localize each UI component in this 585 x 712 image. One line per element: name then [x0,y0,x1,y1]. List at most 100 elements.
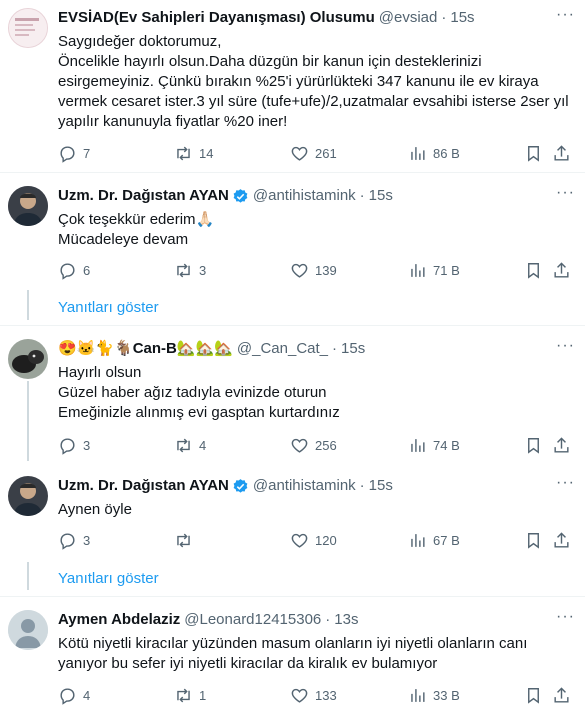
divider [0,172,585,173]
views-icon [408,261,427,280]
retweet-count: 3 [199,262,207,278]
views-button[interactable]: 33 B [408,685,460,705]
bookmark-icon [524,261,543,280]
handle[interactable]: @_Can_Cat_ [237,339,328,359]
more-icon[interactable]: ··· [556,475,575,491]
display-name[interactable]: Aymen Abdelaziz [58,610,180,630]
retweet-icon [174,531,193,550]
handle[interactable]: @evsiad [379,8,438,28]
avatar[interactable] [8,476,48,516]
reply-count: 3 [83,532,91,548]
handle[interactable]: @antihistamink [253,476,356,496]
retweet-button[interactable] [174,530,199,550]
like-button[interactable]: 256 [290,435,337,455]
reply-button[interactable]: 3 [58,435,90,455]
reply-icon [58,144,77,163]
reply-count: 6 [83,262,91,278]
show-replies-link[interactable]: Yanıtları göster [58,570,159,587]
verified-icon [232,478,249,495]
avatar[interactable] [8,339,48,379]
views-icon [408,144,427,163]
handle[interactable]: @Leonard12415306 [184,610,321,630]
timestamp[interactable]: 15s [369,186,393,206]
bookmark-button[interactable] [524,143,543,163]
avatar[interactable] [8,8,48,48]
bookmark-button[interactable] [524,435,543,455]
share-button[interactable] [552,143,571,163]
retweet-button[interactable]: 14 [174,143,213,163]
share-icon [552,531,571,550]
more-icon[interactable]: ··· [556,609,575,625]
views-icon [408,686,427,705]
tweet[interactable]: Uzm. Dr. Dağıstan AYAN @antihistamink · … [0,180,585,280]
show-replies-link[interactable]: Yanıtları göster [58,299,159,316]
like-count: 261 [315,145,337,161]
tweet-text: Kötü niyetli kiracılar yüzünden masum ol… [58,635,528,672]
views-button[interactable]: 71 B [408,260,460,280]
bookmark-icon [524,686,543,705]
like-button[interactable]: 139 [290,260,337,280]
like-icon [290,144,309,163]
timestamp[interactable]: 15s [450,8,474,28]
share-icon [552,436,571,455]
like-count: 256 [315,437,337,453]
views-button[interactable]: 74 B [408,435,460,455]
like-icon [290,261,309,280]
reply-button[interactable]: 4 [58,685,90,705]
display-name[interactable]: Uzm. Dr. Dağıstan AYAN [58,186,229,206]
tweet[interactable]: Uzm. Dr. Dağıstan AYAN @antihistamink · … [0,470,585,560]
like-icon [290,686,309,705]
share-button[interactable] [552,435,571,455]
display-name[interactable]: Uzm. Dr. Dağıstan AYAN [58,476,229,496]
reply-icon [58,686,77,705]
timestamp[interactable]: 15s [369,476,393,496]
reply-count: 4 [83,687,91,703]
display-name[interactable]: EVSİAD(Ev Sahipleri Dayanışması) Olusumu [58,8,375,28]
share-button[interactable] [552,685,571,705]
more-icon[interactable]: ··· [556,7,575,23]
share-button[interactable] [552,530,571,550]
views-icon [408,436,427,455]
thread-line [27,562,29,590]
like-button[interactable]: 133 [290,685,337,705]
bookmark-button[interactable] [524,530,543,550]
share-button[interactable] [552,260,571,280]
more-icon[interactable]: ··· [556,185,575,201]
reply-button[interactable]: 7 [58,143,90,163]
retweet-count: 14 [199,145,214,161]
timestamp[interactable]: 15s [341,339,365,359]
retweet-icon [174,436,193,455]
like-count: 133 [315,687,337,703]
tweet-text: Saygıdeğer doktorumuz, Öncelikle hayırlı… [58,33,569,130]
views-icon [408,531,427,550]
like-button[interactable]: 120 [290,530,337,550]
like-button[interactable]: 261 [290,143,337,163]
display-name[interactable]: 😍🐱🐈🐐Can-B🏡🏡🏡 [58,339,233,359]
views-count: 71 B [433,262,460,278]
views-button[interactable]: 86 B [408,143,460,163]
reply-button[interactable]: 3 [58,530,90,550]
views-count: 86 B [433,145,460,161]
handle[interactable]: @antihistamink [253,186,356,206]
avatar[interactable] [8,610,48,650]
retweet-button[interactable]: 1 [174,685,206,705]
retweet-count: 4 [199,437,207,453]
retweet-button[interactable]: 4 [174,435,206,455]
like-count: 139 [315,262,337,278]
views-button[interactable]: 67 B [408,530,460,550]
bookmark-button[interactable] [524,260,543,280]
tweet[interactable]: 😍🐱🐈🐐Can-B🏡🏡🏡 @_Can_Cat_ · 15s ··· Hayırl… [0,333,585,463]
timestamp[interactable]: 13s [334,610,358,630]
more-icon[interactable]: ··· [556,338,575,354]
reply-icon [58,531,77,550]
tweet[interactable]: EVSİAD(Ev Sahipleri Dayanışması) Olusumu… [0,0,585,178]
retweet-button[interactable]: 3 [174,260,206,280]
bookmark-button[interactable] [524,685,543,705]
tweet[interactable]: Aymen Abdelaziz @Leonard12415306 · 13s ·… [0,604,585,712]
bookmark-icon [524,531,543,550]
separator-dot: · [359,187,365,204]
separator-dot: · [325,611,331,628]
views-count: 67 B [433,532,460,548]
avatar[interactable] [8,186,48,226]
reply-button[interactable]: 6 [58,260,90,280]
